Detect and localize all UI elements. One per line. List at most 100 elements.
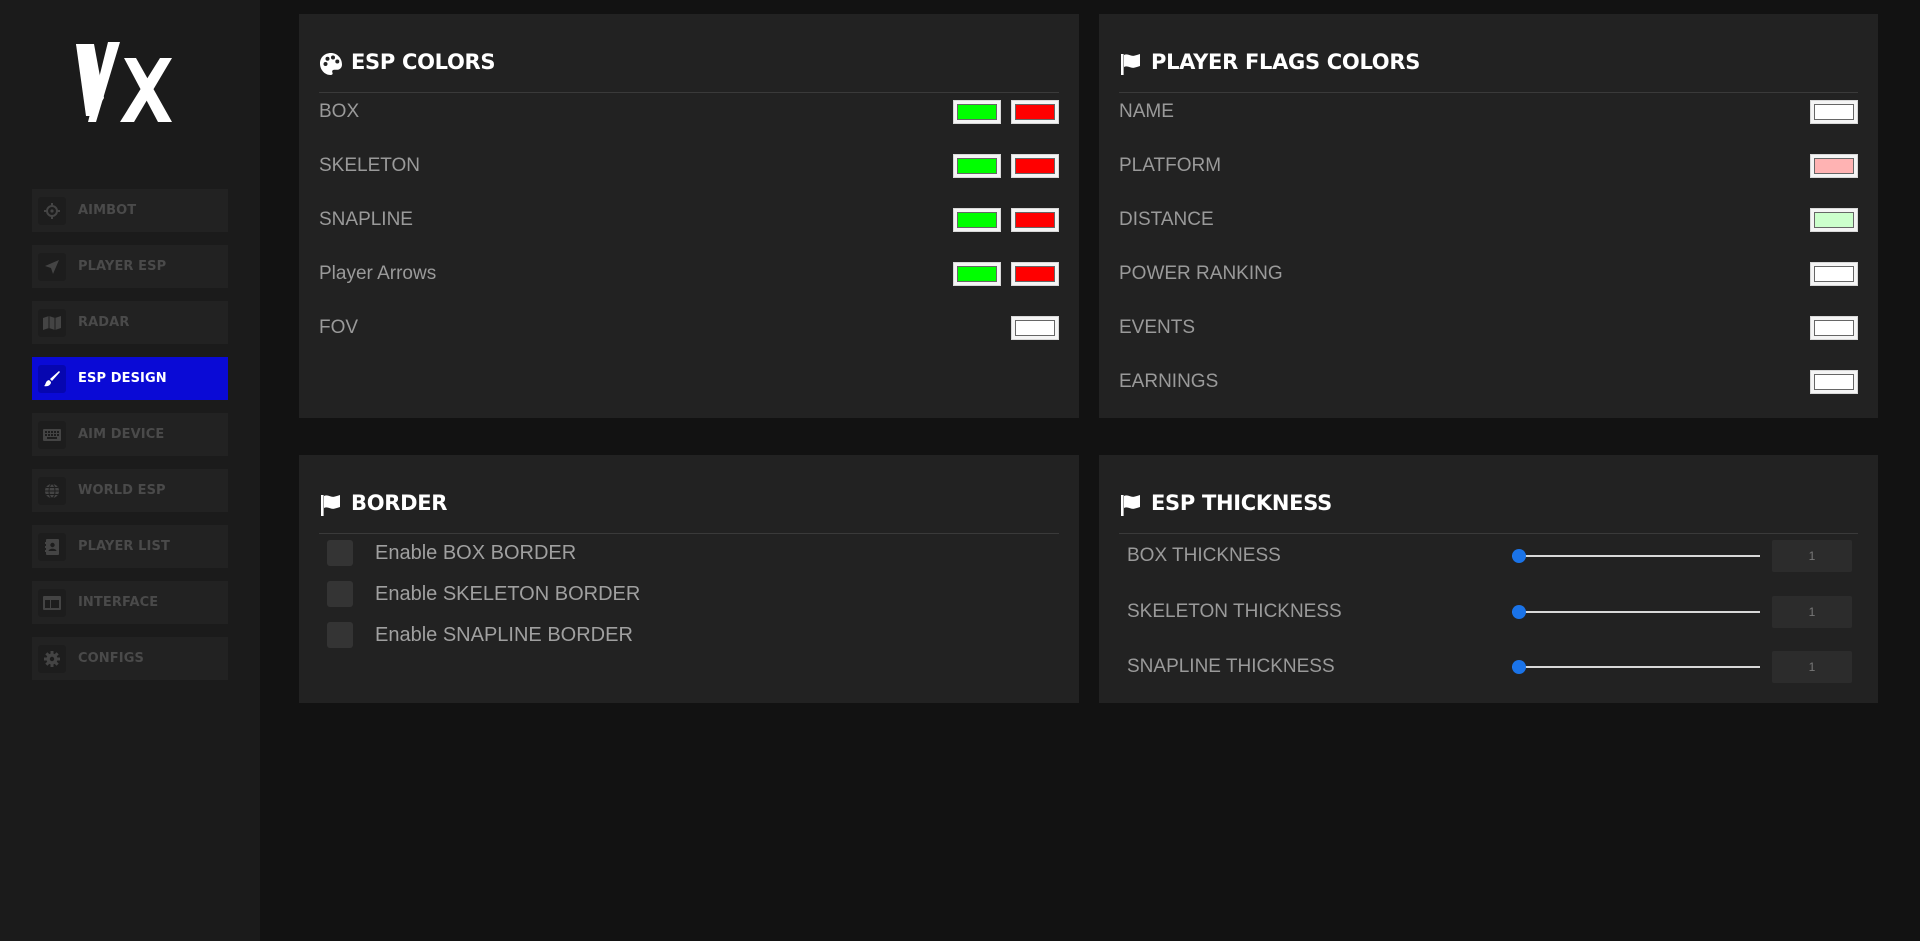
panel-header: ESP COLORS <box>319 36 1059 93</box>
keyboard-icon <box>38 420 66 449</box>
sidebar-item-world-esp[interactable]: WORLD ESP <box>32 469 228 512</box>
flag-color-row-distance: DISTANCE <box>1119 205 1858 235</box>
sidebar-item-label: AIMBOT <box>78 203 137 218</box>
slider-label: BOX THICKNESS <box>1127 545 1281 566</box>
panel-title: ESP COLORS <box>351 50 496 74</box>
snapline-border-checkbox[interactable] <box>327 622 353 648</box>
globe-icon <box>38 476 66 505</box>
slider-track <box>1512 666 1760 668</box>
panel-title: ESP THICKNESS <box>1151 491 1332 515</box>
slider-label: SKELETON THICKNESS <box>1127 601 1342 622</box>
row-label: DISTANCE <box>1119 209 1214 230</box>
color-swatch-hidden[interactable] <box>1011 100 1059 124</box>
checkbox-label: Enable BOX BORDER <box>375 541 577 564</box>
row-label: EARNINGS <box>1119 371 1219 392</box>
color-swatch[interactable] <box>1810 154 1858 178</box>
sidebar-item-label: CONFIGS <box>78 651 144 666</box>
row-label: EVENTS <box>1119 317 1196 338</box>
color-swatch-visible[interactable] <box>953 100 1001 124</box>
sidebar-item-label: RADAR <box>78 315 130 330</box>
panel-title: BORDER <box>351 491 448 515</box>
color-swatch[interactable] <box>1810 208 1858 232</box>
color-swatch-hidden[interactable] <box>1011 262 1059 286</box>
row-label: NAME <box>1119 101 1174 122</box>
slider-thumb[interactable] <box>1512 660 1526 674</box>
color-swatch-hidden[interactable] <box>1011 154 1059 178</box>
checkbox-label: Enable SKELETON BORDER <box>375 582 641 605</box>
flag-color-row-power-ranking: POWER RANKING <box>1119 259 1858 289</box>
color-swatch-visible[interactable] <box>953 262 1001 286</box>
row-label: PLATFORM <box>1119 155 1222 176</box>
flag-color-row-events: EVENTS <box>1119 313 1858 343</box>
snapline-thickness-value-input[interactable]: 1 <box>1772 651 1852 683</box>
color-swatch-visible[interactable] <box>953 154 1001 178</box>
sidebar-item-label: AIM DEVICE <box>78 427 165 442</box>
color-swatch[interactable] <box>1810 316 1858 340</box>
skeleton-border-checkbox[interactable] <box>327 581 353 607</box>
row-label: POWER RANKING <box>1119 263 1283 284</box>
skeleton-thickness-row: SKELETON THICKNESS 1 <box>1127 596 1858 628</box>
snapline-border-option[interactable]: Enable SNAPLINE BORDER <box>327 621 633 649</box>
snapline-thickness-slider[interactable] <box>1512 659 1760 675</box>
esp-color-row-skeleton: SKELETON <box>319 151 1059 181</box>
sidebar-item-label: ESP DESIGN <box>78 371 167 386</box>
sidebar-item-esp-design[interactable]: ESP DESIGN <box>32 357 228 400</box>
color-swatch[interactable] <box>1810 262 1858 286</box>
row-label: SKELETON <box>319 155 421 176</box>
color-swatch[interactable] <box>1011 316 1059 340</box>
gear-icon <box>38 644 66 673</box>
skeleton-thickness-value-input[interactable]: 1 <box>1772 596 1852 628</box>
sidebar-item-aimbot[interactable]: AIMBOT <box>32 189 228 232</box>
panel-header: PLAYER FLAGS COLORS <box>1119 36 1858 93</box>
esp-color-row-box: BOX <box>319 97 1059 127</box>
sidebar-item-label: PLAYER ESP <box>78 259 167 274</box>
flag-color-row-platform: PLATFORM <box>1119 151 1858 181</box>
esp-color-row-player-arrows: Player Arrows <box>319 259 1059 289</box>
row-label: FOV <box>319 317 359 338</box>
row-label: SNAPLINE <box>319 209 413 230</box>
sidebar-item-label: PLAYER LIST <box>78 539 170 554</box>
slider-label: SNAPLINE THICKNESS <box>1127 656 1335 677</box>
box-border-option[interactable]: Enable BOX BORDER <box>327 539 576 567</box>
panel-header: ESP THICKNESS <box>1119 477 1858 534</box>
sidebar-item-configs[interactable]: CONFIGS <box>32 637 228 680</box>
flag-icon <box>1121 495 1140 516</box>
sidebar-item-player-list[interactable]: PLAYER LIST <box>32 525 228 568</box>
color-swatch[interactable] <box>1810 370 1858 394</box>
color-swatch-hidden[interactable] <box>1011 208 1059 232</box>
skeleton-border-option[interactable]: Enable SKELETON BORDER <box>327 580 640 608</box>
flag-color-row-name: NAME <box>1119 97 1858 127</box>
flag-color-row-earnings: EARNINGS <box>1119 367 1858 397</box>
box-thickness-slider[interactable] <box>1512 548 1760 564</box>
sidebar-item-player-esp[interactable]: PLAYER ESP <box>32 245 228 288</box>
slider-thumb[interactable] <box>1512 605 1526 619</box>
snapline-thickness-row: SNAPLINE THICKNESS 1 <box>1127 651 1858 683</box>
color-swatch-visible[interactable] <box>953 208 1001 232</box>
address-book-icon <box>38 532 66 561</box>
map-icon <box>38 308 66 337</box>
color-swatch[interactable] <box>1810 100 1858 124</box>
sidebar-item-label: WORLD ESP <box>78 483 166 498</box>
window-icon <box>38 588 66 617</box>
box-thickness-value-input[interactable]: 1 <box>1772 540 1852 572</box>
esp-thickness-panel: ESP THICKNESS BOX THICKNESS 1 SKELETON T… <box>1099 455 1878 703</box>
slider-thumb[interactable] <box>1512 549 1526 563</box>
box-thickness-row: BOX THICKNESS 1 <box>1127 540 1858 572</box>
sidebar-item-aim-device[interactable]: AIM DEVICE <box>32 413 228 456</box>
sidebar-nav: AIMBOT PLAYER ESP RADAR ESP DESIGN AIM D… <box>32 189 228 693</box>
sidebar: AIMBOT PLAYER ESP RADAR ESP DESIGN AIM D… <box>0 0 260 941</box>
border-panel: BORDER Enable BOX BORDER Enable SKELETON… <box>299 455 1079 703</box>
box-border-checkbox[interactable] <box>327 540 353 566</box>
sidebar-item-label: INTERFACE <box>78 595 159 610</box>
player-flags-colors-panel: PLAYER FLAGS COLORS NAME PLATFORM DISTAN… <box>1099 14 1878 418</box>
location-arrow-icon <box>38 252 66 281</box>
row-label: BOX <box>319 101 360 122</box>
esp-color-row-fov: FOV <box>319 313 1059 343</box>
crosshair-icon <box>38 196 66 225</box>
slider-track <box>1512 555 1760 557</box>
slider-track <box>1512 611 1760 613</box>
sidebar-item-interface[interactable]: INTERFACE <box>32 581 228 624</box>
esp-colors-panel: ESP COLORS BOX SKELETON SNAPLINE Player … <box>299 14 1079 418</box>
sidebar-item-radar[interactable]: RADAR <box>32 301 228 344</box>
skeleton-thickness-slider[interactable] <box>1512 604 1760 620</box>
